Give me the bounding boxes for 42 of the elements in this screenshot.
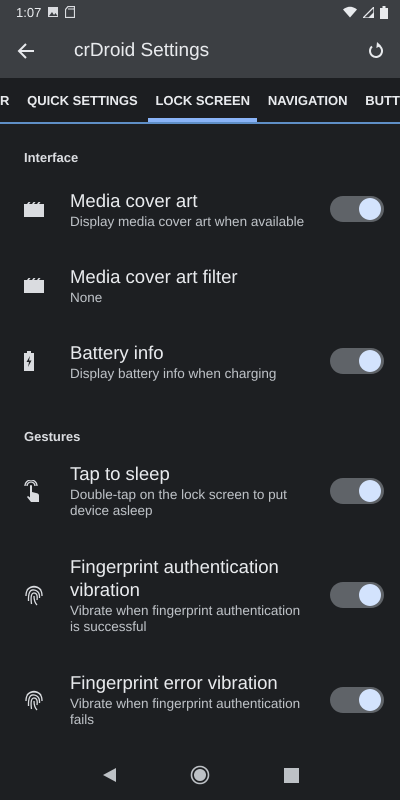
setting-summary: None	[70, 290, 104, 306]
tab[interactable]: NAVIGATION	[260, 78, 355, 122]
toggle-switch[interactable]	[330, 478, 384, 504]
back-arrow-icon[interactable]	[16, 41, 36, 61]
fingerprint-icon	[24, 688, 44, 710]
setting-title: Battery info	[70, 340, 165, 364]
tab[interactable]: R	[0, 78, 16, 122]
toggle-switch[interactable]	[330, 582, 384, 608]
tab[interactable]: QUICK SETTINGS	[20, 78, 145, 122]
back-triangle-icon[interactable]	[100, 767, 117, 783]
setting-summary: Vibrate when fingerprint authentication fails	[70, 696, 302, 728]
setting-title: Media cover art filter	[70, 264, 239, 288]
toggle-switch[interactable]	[330, 196, 384, 222]
battery-charging-icon	[24, 351, 34, 371]
cell-signal-icon	[363, 6, 374, 18]
setting-summary: Display media cover art when available	[70, 214, 306, 230]
recents-square-icon[interactable]	[284, 768, 300, 782]
toggle-switch[interactable]	[330, 686, 384, 712]
home-circle-icon[interactable]	[190, 765, 210, 785]
setting-summary: Double-tap on the lock screen to put device asleep	[70, 487, 288, 519]
tab[interactable]: LOCK SCREEN	[148, 78, 258, 122]
tab[interactable]: BUTT	[358, 78, 400, 122]
setting-title: Tap to sleep	[70, 462, 171, 485]
touch-hand-icon	[24, 480, 42, 502]
wifi-icon	[343, 6, 357, 18]
setting-title: Media cover art	[70, 188, 198, 212]
setting-title: Fingerprint authentication vibration	[70, 555, 280, 601]
toggle-switch[interactable]	[330, 348, 384, 374]
fingerprint-icon	[24, 584, 44, 606]
reset-icon[interactable]	[366, 41, 386, 61]
sd-card-icon	[65, 6, 76, 18]
setting-summary: Display battery info when charging	[70, 366, 278, 382]
status-time: 1:07	[16, 4, 42, 20]
clapperboard-icon	[24, 277, 44, 293]
clapperboard-icon	[24, 201, 44, 217]
category-header: Interface	[23, 149, 80, 167]
category-header: Gestures	[23, 428, 82, 446]
setting-summary: Vibrate when fingerprint authentication is successful	[70, 603, 302, 635]
battery-icon	[380, 6, 388, 18]
app-title: crDroid Settings	[74, 40, 210, 62]
image-notification-icon	[47, 6, 60, 18]
setting-title: Fingerprint error vibration	[70, 671, 279, 694]
